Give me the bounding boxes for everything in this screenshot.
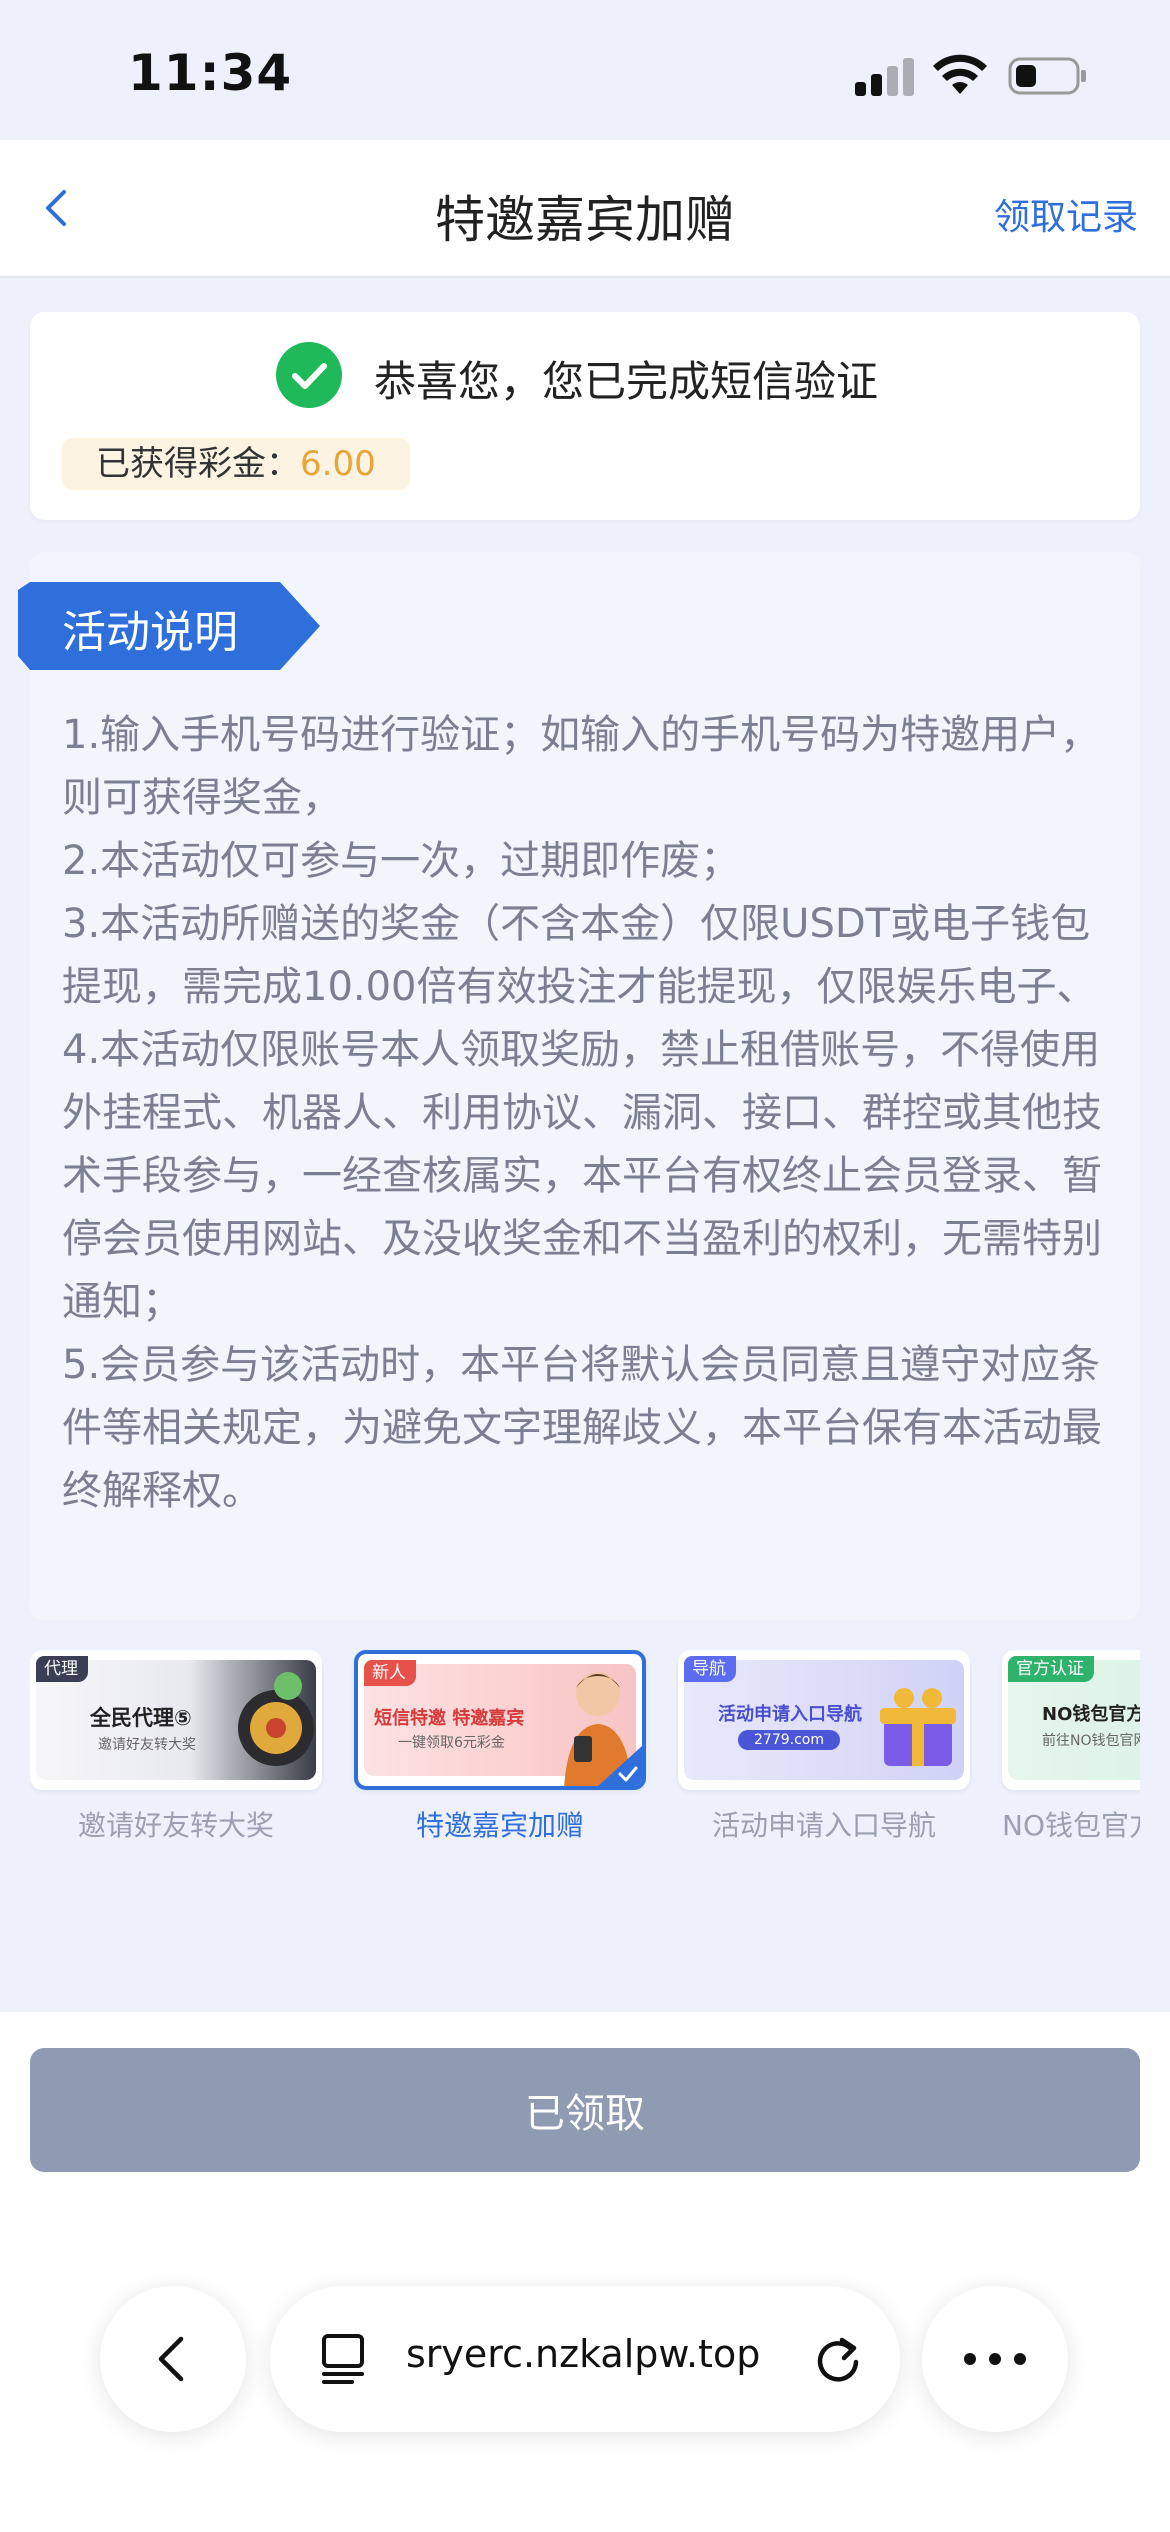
promo-badge-wallet: 官方认证 bbox=[1008, 1656, 1094, 1682]
rule-item-4: 4.本活动仅限账号本人领取奖励，禁止租借账号，不得使用外挂程式、机器人、利用协议… bbox=[62, 1027, 1102, 1325]
activity-rules-card: 活动说明 1.输入手机号码进行验证；如输入的手机号码为特邀用户，则可获得奖金， … bbox=[18, 552, 1140, 1620]
promo-badge-nav: 导航 bbox=[684, 1656, 736, 1682]
claimed-button[interactable]: 已领取 bbox=[30, 2048, 1140, 2172]
promo-banner-agent: 代理 全民代理⑤ 邀请好友转大奖 bbox=[30, 1650, 322, 1790]
browser-back-icon bbox=[158, 2336, 184, 2382]
more-dots-icon bbox=[964, 2353, 1026, 2365]
rule-item-2: 2.本活动仅可参与一次，过期即作废； bbox=[62, 838, 741, 884]
rules-tag-label: 活动说明 bbox=[62, 607, 238, 658]
gift-box-icon bbox=[880, 1688, 956, 1766]
promo-sub-wallet: 前往NO钱包官网 bbox=[1042, 1733, 1140, 1749]
rule-item-1: 1.输入手机号码进行验证；如输入的手机号码为特邀用户，则可获得奖金， bbox=[62, 712, 1101, 821]
promo-badge-guest: 新人 bbox=[364, 1660, 416, 1686]
selected-check-icon bbox=[598, 1746, 642, 1786]
promo-banner-guest: 新人 短信特邀 特邀嘉宾 一键领取6元彩金 bbox=[354, 1650, 646, 1790]
promo-card-nav[interactable]: 导航 活动申请入口导航 2779.com 活动申请入口导航 bbox=[678, 1650, 970, 1844]
rule-item-5: 5.会员参与该活动时，本平台将默认会员同意且遵守对应条件等相关规定，为避免文字理… bbox=[62, 1342, 1102, 1514]
promo-banner-wallet: 官方认证 NO钱包官方 前往NO钱包官网 bbox=[1002, 1650, 1140, 1790]
status-bar: 11:34 bbox=[0, 0, 1170, 140]
promo-heading-agent: 全民代理⑤ bbox=[90, 1706, 192, 1730]
rules-tag: 活动说明 bbox=[18, 582, 320, 670]
promo-badge-agent: 代理 bbox=[36, 1656, 88, 1682]
bonus-badge: 已获得彩金：6.00 bbox=[62, 438, 410, 490]
battery-icon bbox=[1008, 57, 1086, 95]
rules-text: 1.输入手机号码进行验证；如输入的手机号码为特邀用户，则可获得奖金， 2.本活动… bbox=[62, 704, 1118, 1523]
promo-heading-wallet: NO钱包官方 bbox=[1042, 1704, 1140, 1725]
promo-caption-nav: 活动申请入口导航 bbox=[711, 1809, 936, 1842]
verification-success-card: 恭喜您，您已完成短信验证 已获得彩金：6.00 bbox=[30, 312, 1140, 520]
records-link[interactable]: 领取记录 bbox=[994, 188, 1138, 240]
success-message: 恭喜您，您已完成短信验证 bbox=[374, 357, 879, 406]
promo-carousel[interactable]: 代理 全民代理⑤ 邀请好友转大奖 邀请好友转大奖 新人 短信特邀 特邀嘉宾 一键… bbox=[30, 1650, 1140, 1850]
nav-header: 特邀嘉宾加赠 领取记录 bbox=[0, 140, 1170, 278]
rule-item-3: 3.本活动所赠送的奖金（不含本金）仅限USDT或电子钱包提现，需完成10.00倍… bbox=[62, 901, 1097, 1010]
prize-wheel-icon bbox=[238, 1672, 314, 1766]
promo-heading-guest: 短信特邀 特邀嘉宾 bbox=[374, 1708, 525, 1729]
browser-address-bar[interactable]: sryerc.nzkalpw.top bbox=[270, 2286, 900, 2432]
promo-caption-guest: 特邀嘉宾加赠 bbox=[415, 1809, 584, 1842]
success-check-icon bbox=[276, 342, 342, 408]
promo-sub-guest: 一键领取6元彩金 bbox=[398, 1735, 505, 1751]
promo-sub-agent: 邀请好友转大奖 bbox=[98, 1737, 196, 1753]
promo-card-agent[interactable]: 代理 全民代理⑤ 邀请好友转大奖 邀请好友转大奖 bbox=[30, 1650, 322, 1844]
wifi-icon bbox=[933, 54, 987, 94]
promo-caption-wallet: NO钱包官方 bbox=[1002, 1809, 1140, 1842]
cellular-signal-icon bbox=[855, 58, 915, 96]
promo-card-wallet[interactable]: 官方认证 NO钱包官方 前往NO钱包官网 NO钱包官方 bbox=[1002, 1650, 1140, 1844]
url-text: sryerc.nzkalpw.top bbox=[406, 2332, 761, 2376]
promo-sub-nav: 2779.com bbox=[738, 1730, 840, 1750]
reload-icon[interactable] bbox=[808, 2328, 868, 2388]
bonus-value: 6.00 bbox=[300, 444, 376, 484]
status-time: 11:34 bbox=[128, 44, 293, 102]
browser-more-button[interactable] bbox=[922, 2286, 1068, 2432]
bonus-label: 已获得彩金： bbox=[96, 444, 300, 484]
promo-caption-agent: 邀请好友转大奖 bbox=[77, 1809, 274, 1842]
promo-card-guest[interactable]: 新人 短信特邀 特邀嘉宾 一键领取6元彩金 特邀嘉宾加赠 bbox=[354, 1650, 646, 1844]
page-menu-icon bbox=[322, 2334, 364, 2384]
promo-heading-nav: 活动申请入口导航 bbox=[718, 1704, 862, 1725]
browser-back-button[interactable] bbox=[100, 2286, 246, 2432]
promo-banner-nav: 导航 活动申请入口导航 2779.com bbox=[678, 1650, 970, 1790]
